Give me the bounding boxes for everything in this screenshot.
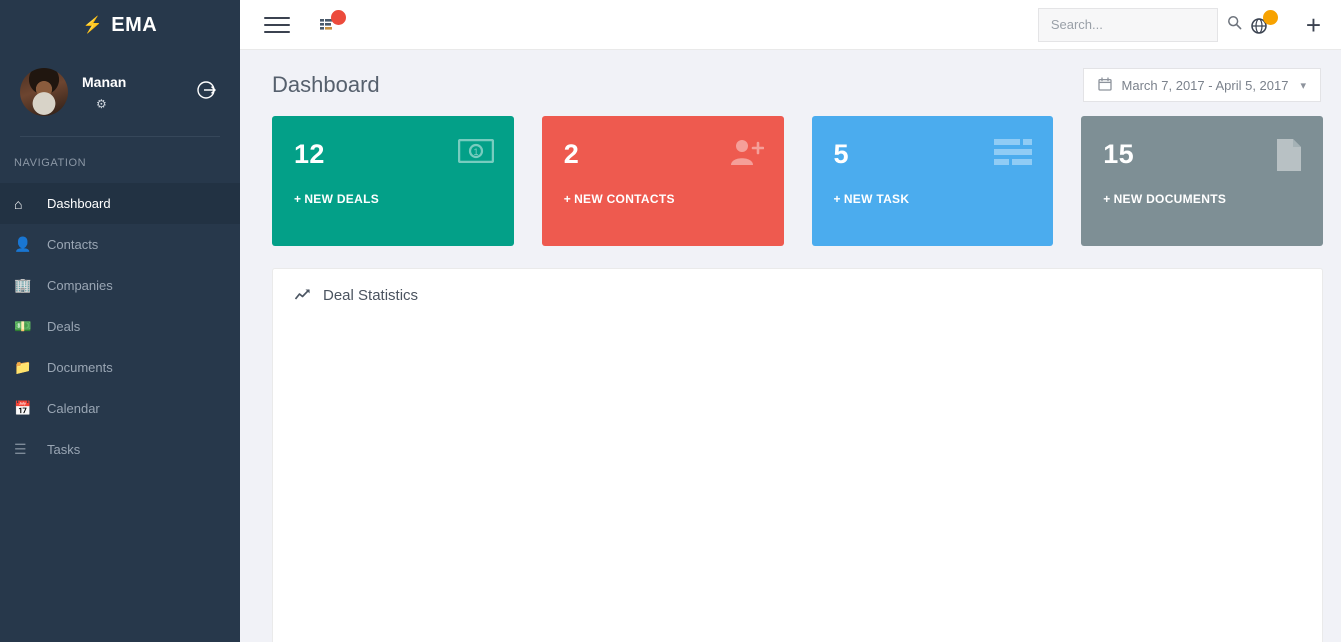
sidebar-item-deals[interactable]: 💵 Deals: [0, 306, 240, 347]
search-box[interactable]: [1037, 7, 1242, 42]
calendar-icon: 📅: [14, 400, 32, 416]
sidebar-item-label: Documents: [47, 360, 113, 375]
hamburger-bar: [264, 16, 290, 19]
home-icon: ⌂: [14, 195, 23, 212]
svg-text:1: 1: [473, 147, 478, 157]
user-plus-icon: [728, 138, 764, 173]
tasks-icon: ☰: [14, 441, 27, 457]
sidebar-item-label: Dashboard: [47, 196, 111, 211]
money-icon: 💵: [14, 318, 32, 334]
sidebar-item-label: Calendar: [47, 401, 100, 416]
file-icon: [1275, 138, 1303, 179]
avatar[interactable]: [20, 68, 68, 116]
sidebar-item-companies[interactable]: 🏢 Companies: [0, 265, 240, 306]
hamburger-bar: [264, 30, 290, 33]
sidebar-item-documents[interactable]: 📁 Documents: [0, 347, 240, 388]
stat-label: NEW TASK: [843, 192, 910, 206]
deal-statistics-panel: Deal Statistics 2 1.5 1: [272, 268, 1323, 642]
stat-label: NEW DOCUMENTS: [1113, 192, 1227, 206]
building-icon: 🏢: [14, 277, 32, 293]
stat-card-contacts[interactable]: 2 + NEW CONTACTS: [541, 116, 784, 246]
sidebar-item-label: Deals: [47, 319, 81, 334]
stat-value: 15: [1103, 139, 1134, 169]
bolt-icon: ⚡: [82, 17, 104, 34]
sidebar-item-contacts[interactable]: 👤 Contacts: [0, 224, 240, 265]
notification-badge: [331, 9, 346, 25]
profile-text: Manan ⚙: [68, 73, 196, 111]
user-icon: 👤: [14, 236, 32, 252]
page-header: Dashboard March 7, 2017 - April 5, 2017 …: [240, 50, 1341, 102]
stat-cards: 12 + NEW DEALS 1 2 + NEW CONTACTS 5 + NE…: [240, 102, 1341, 246]
brand-logo[interactable]: ⚡ EMA: [0, 0, 240, 50]
hamburger-icon[interactable]: [264, 12, 290, 38]
sidebar-item-label: Companies: [47, 278, 113, 293]
tasks-notification-icon[interactable]: [318, 9, 346, 38]
date-range-picker[interactable]: March 7, 2017 - April 5, 2017 ▾: [1082, 68, 1321, 102]
stat-card-documents[interactable]: 15 + NEW DOCUMENTS: [1081, 116, 1323, 246]
stat-label-wrap: + NEW TASK: [834, 192, 910, 206]
stat-card-deals[interactable]: 12 + NEW DEALS 1: [272, 116, 514, 246]
profile-name: Manan: [82, 74, 127, 90]
globe-badge: [1262, 9, 1278, 25]
stat-label: NEW CONTACTS: [574, 192, 675, 206]
file-glyph: [1277, 139, 1301, 171]
bar-chart: 2 1.5 1: [273, 269, 1322, 642]
stat-label-wrap: + NEW CONTACTS: [564, 192, 675, 206]
logout-glyph: [197, 81, 217, 99]
stat-label-wrap: + NEW DEALS: [294, 192, 379, 206]
plus-icon: +: [833, 192, 841, 206]
hamburger-bar: [264, 23, 290, 26]
stat-card-tasks[interactable]: 5 + NEW TASK: [811, 116, 1054, 246]
search-glyph: [1227, 16, 1242, 30]
plus-icon: +: [1103, 192, 1111, 206]
nav-heading: NAVIGATION: [14, 157, 87, 169]
search-input[interactable]: [1050, 17, 1227, 32]
sidebar-item-calendar[interactable]: 📅 Calendar: [0, 388, 240, 429]
plus-icon: +: [563, 192, 572, 206]
money-bill-icon: 1: [457, 138, 494, 170]
calendar-glyph: [1097, 76, 1112, 91]
sidebar-item-tasks[interactable]: ☰ Tasks: [0, 429, 240, 470]
sidebar-item-dashboard[interactable]: ⌂ Dashboard: [0, 183, 240, 224]
search-icon[interactable]: [1227, 15, 1242, 34]
app-root: ⚡ EMA Manan ⚙ NAVIGATION ⌂ Dashboard 👤 C…: [0, 0, 1341, 642]
plus-icon: +: [294, 192, 302, 206]
user-plus-glyph: [730, 140, 764, 165]
logout-icon[interactable]: [196, 79, 220, 105]
page-title: Dashboard: [272, 72, 380, 97]
main-content: + Dashboard March 7, 2017 - April 5, 201…: [240, 0, 1341, 642]
globe-icon[interactable]: [1250, 9, 1278, 38]
folder-icon: 📁: [14, 359, 32, 375]
date-range-label: March 7, 2017 - April 5, 2017: [1121, 77, 1289, 93]
money-bill-glyph: 1: [457, 138, 494, 164]
topbar: +: [240, 0, 1341, 50]
chevron-down-icon: ▾: [1300, 79, 1306, 92]
tasks-icon: [993, 138, 1033, 177]
gear-icon[interactable]: ⚙: [96, 97, 196, 111]
brand-name: EMA: [111, 13, 158, 36]
calendar-icon: [1097, 76, 1112, 94]
sidebar: ⚡ EMA Manan ⚙ NAVIGATION ⌂ Dashboard 👤 C…: [0, 0, 240, 642]
tasks-glyph: [994, 139, 1033, 165]
add-button[interactable]: +: [1306, 12, 1321, 38]
sidebar-item-label: Contacts: [47, 237, 99, 252]
stat-label: NEW DEALS: [304, 192, 380, 206]
sidebar-item-label: Tasks: [47, 442, 81, 457]
user-profile: Manan ⚙: [0, 50, 240, 130]
stat-label-wrap: + NEW DOCUMENTS: [1103, 192, 1226, 206]
